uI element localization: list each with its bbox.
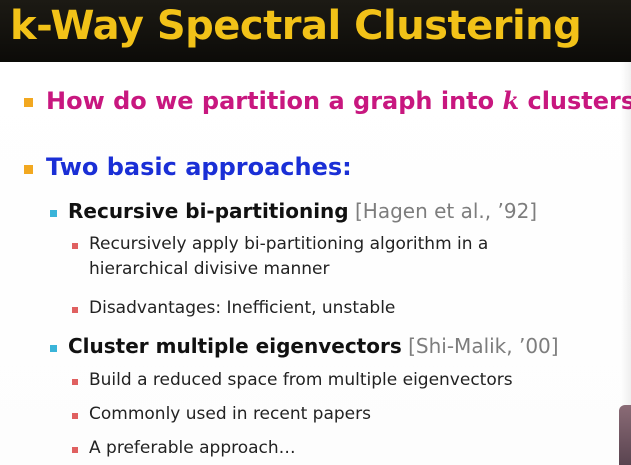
- approach1-point1-cont: hierarchical divisive manner: [89, 259, 330, 279]
- presenter-edge: [619, 405, 631, 465]
- approach2-citation: [Shi-Malik, ’00]: [408, 334, 559, 358]
- bullet-level3: [72, 379, 78, 385]
- question-text-after: clusters?: [527, 87, 631, 115]
- approach2-point1: Build a reduced space from multiple eige…: [89, 370, 513, 390]
- approaches-heading: Two basic approaches:: [46, 153, 352, 181]
- bullet-level2: [50, 345, 57, 352]
- question-text-before: How do we partition a graph into: [46, 87, 503, 115]
- approach1-point2: Disadvantages: Inefficient, unstable: [89, 298, 396, 318]
- question-line: How do we partition a graph into k clust…: [46, 86, 631, 115]
- bullet-level3: [72, 447, 78, 453]
- approach1-point1: Recursively apply bi-partitioning algori…: [89, 234, 489, 254]
- question-k: k: [502, 86, 520, 115]
- bullet-level2: [50, 210, 57, 217]
- approach2-name: Cluster multiple eigenvectors: [68, 334, 402, 358]
- approach1-name: Recursive bi-partitioning: [68, 199, 349, 223]
- bullet-level3: [72, 413, 78, 419]
- bullet-level1: [24, 165, 33, 174]
- slide-title: k-Way Spectral Clustering: [10, 3, 582, 49]
- approach2-point2: Commonly used in recent papers: [89, 404, 371, 424]
- bullet-level3: [72, 307, 78, 313]
- bullet-level1: [24, 98, 33, 107]
- approach1-line: Recursive bi-partitioning [Hagen et al.,…: [68, 199, 537, 223]
- approach1-citation: [Hagen et al., ’92]: [354, 199, 538, 223]
- bullet-level3: [72, 243, 78, 249]
- approach2-point3: A preferable approach…: [89, 438, 296, 458]
- approach2-line: Cluster multiple eigenvectors [Shi-Malik…: [68, 334, 559, 358]
- title-bar: k-Way Spectral Clustering: [0, 0, 631, 62]
